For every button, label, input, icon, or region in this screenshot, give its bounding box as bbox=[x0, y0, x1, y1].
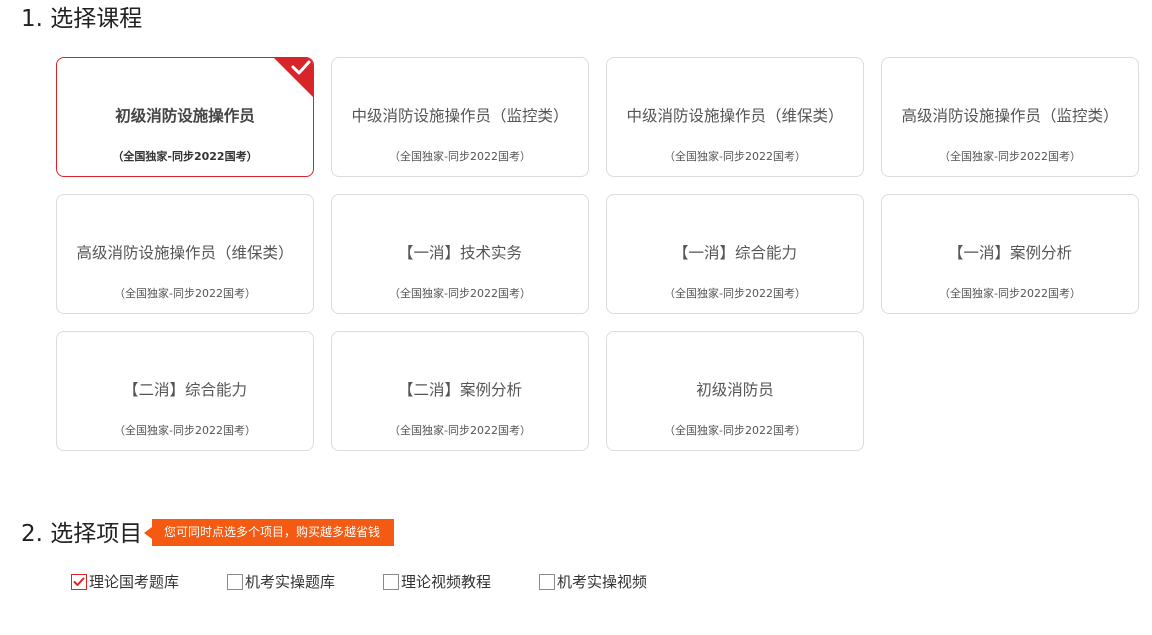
course-card[interactable]: 【一消】综合能力 （全国独家-同步2022国考） bbox=[606, 194, 864, 314]
section-title-select-course: 1. 选择课程 bbox=[21, 6, 143, 32]
course-card[interactable]: 中级消防设施操作员（维保类） （全国独家-同步2022国考） bbox=[606, 57, 864, 177]
course-card[interactable]: 中级消防设施操作员（监控类） （全国独家-同步2022国考） bbox=[331, 57, 589, 177]
course-name: 高级消防设施操作员（维保类） bbox=[76, 244, 294, 262]
project-label: 机考实操题库 bbox=[245, 573, 336, 591]
project-option[interactable]: 机考实操视频 bbox=[539, 571, 647, 593]
course-name: 中级消防设施操作员（监控类） bbox=[351, 107, 569, 125]
course-card[interactable]: 初级消防设施操作员 （全国独家-同步2022国考） bbox=[56, 57, 314, 177]
project-option[interactable]: 理论国考题库 bbox=[71, 571, 179, 593]
course-name: 中级消防设施操作员（维保类） bbox=[626, 107, 844, 125]
project-checkbox[interactable] bbox=[227, 574, 243, 590]
course-name: 高级消防设施操作员（监控类） bbox=[901, 107, 1119, 125]
course-subtitle: （全国独家-同步2022国考） bbox=[114, 287, 256, 300]
course-card[interactable]: 【二消】综合能力 （全国独家-同步2022国考） bbox=[56, 331, 314, 451]
project-option[interactable]: 理论视频教程 bbox=[383, 571, 491, 593]
project-label: 机考实操视频 bbox=[557, 573, 648, 591]
course-subtitle: （全国独家-同步2022国考） bbox=[114, 424, 256, 437]
course-subtitle: （全国独家-同步2022国考） bbox=[389, 287, 531, 300]
course-subtitle: （全国独家-同步2022国考） bbox=[389, 424, 531, 437]
course-card[interactable]: 【二消】案例分析 （全国独家-同步2022国考） bbox=[331, 331, 589, 451]
project-label: 理论国考题库 bbox=[89, 573, 180, 591]
course-subtitle: （全国独家-同步2022国考） bbox=[112, 150, 258, 163]
project-checkbox[interactable] bbox=[383, 574, 399, 590]
project-option[interactable]: 机考实操题库 bbox=[227, 571, 335, 593]
course-subtitle: （全国独家-同步2022国考） bbox=[664, 424, 806, 437]
course-name: 【一消】综合能力 bbox=[672, 244, 797, 262]
course-card[interactable]: 【一消】技术实务 （全国独家-同步2022国考） bbox=[331, 194, 589, 314]
section-title-select-project: 2. 选择项目 bbox=[21, 521, 143, 547]
course-subtitle: （全国独家-同步2022国考） bbox=[939, 150, 1081, 163]
selected-check-icon bbox=[274, 58, 313, 97]
course-name: 【一消】技术实务 bbox=[397, 244, 522, 262]
course-card[interactable]: 高级消防设施操作员（维保类） （全国独家-同步2022国考） bbox=[56, 194, 314, 314]
course-card[interactable]: 高级消防设施操作员（监控类） （全国独家-同步2022国考） bbox=[881, 57, 1139, 177]
checkmark-icon bbox=[73, 577, 85, 586]
course-subtitle: （全国独家-同步2022国考） bbox=[939, 287, 1081, 300]
course-name: 初级消防员 bbox=[696, 381, 774, 399]
multi-select-tip: 您可同时点选多个项目，购买越多越省钱 bbox=[143, 519, 395, 546]
course-card[interactable]: 【一消】案例分析 （全国独家-同步2022国考） bbox=[881, 194, 1139, 314]
course-subtitle: （全国独家-同步2022国考） bbox=[664, 287, 806, 300]
course-name: 【二消】综合能力 bbox=[122, 381, 247, 399]
course-name: 【一消】案例分析 bbox=[947, 244, 1072, 262]
project-checkbox[interactable] bbox=[71, 574, 87, 590]
course-subtitle: （全国独家-同步2022国考） bbox=[389, 150, 531, 163]
project-label: 理论视频教程 bbox=[401, 573, 492, 591]
course-card[interactable]: 初级消防员 （全国独家-同步2022国考） bbox=[606, 331, 864, 451]
course-selection-page: 1. 选择课程 初级消防设施操作员 （全国独家-同步2022国考） 中级消防设施… bbox=[0, 0, 1152, 635]
course-name: 初级消防设施操作员 bbox=[115, 107, 255, 125]
project-checkbox[interactable] bbox=[539, 574, 555, 590]
course-name: 【二消】案例分析 bbox=[397, 381, 522, 399]
course-subtitle: （全国独家-同步2022国考） bbox=[664, 150, 806, 163]
